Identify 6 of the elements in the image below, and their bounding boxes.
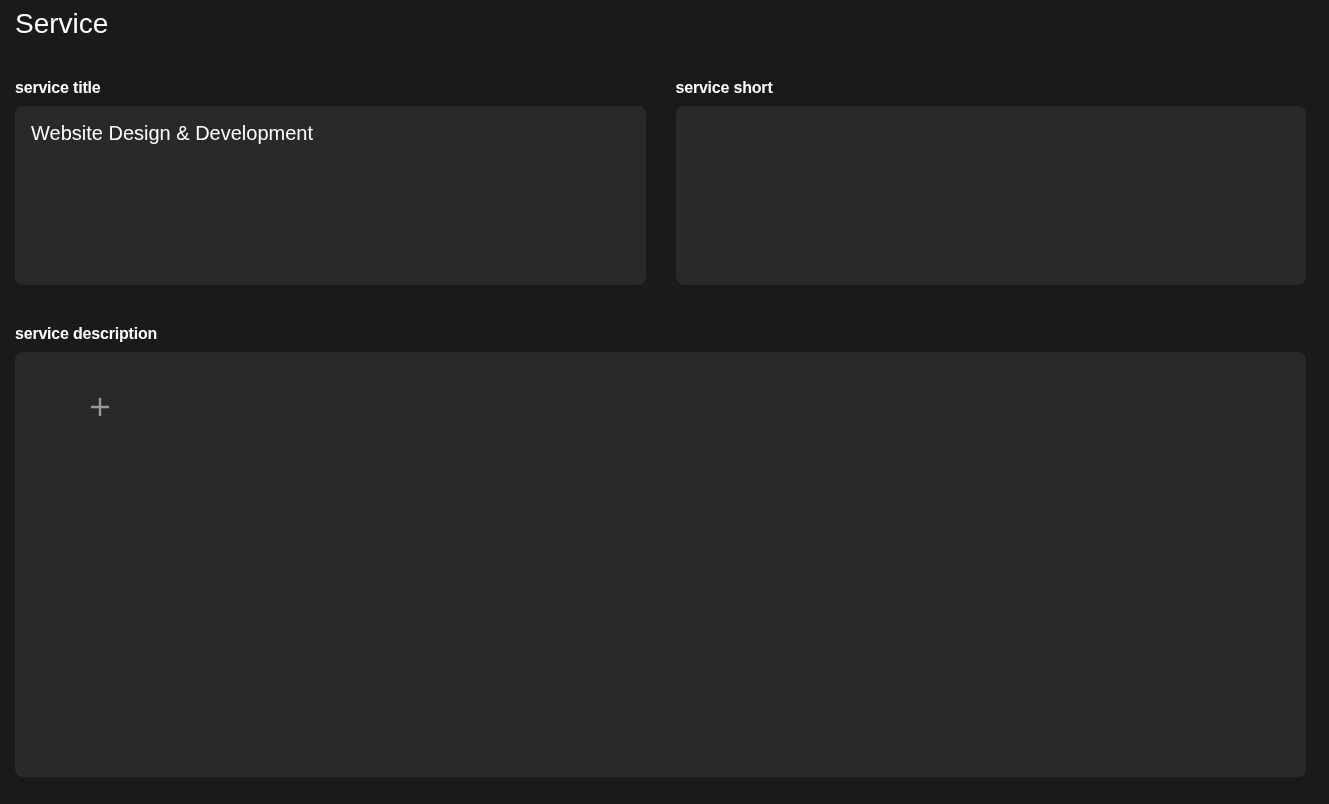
field-label: service short — [675, 78, 774, 98]
page-title: Service — [15, 7, 110, 41]
text-area[interactable]: Website Design & Development — [15, 106, 646, 285]
field-label: service title — [15, 78, 102, 98]
plus-icon[interactable] — [89, 396, 111, 418]
field-label: service description — [15, 324, 159, 344]
